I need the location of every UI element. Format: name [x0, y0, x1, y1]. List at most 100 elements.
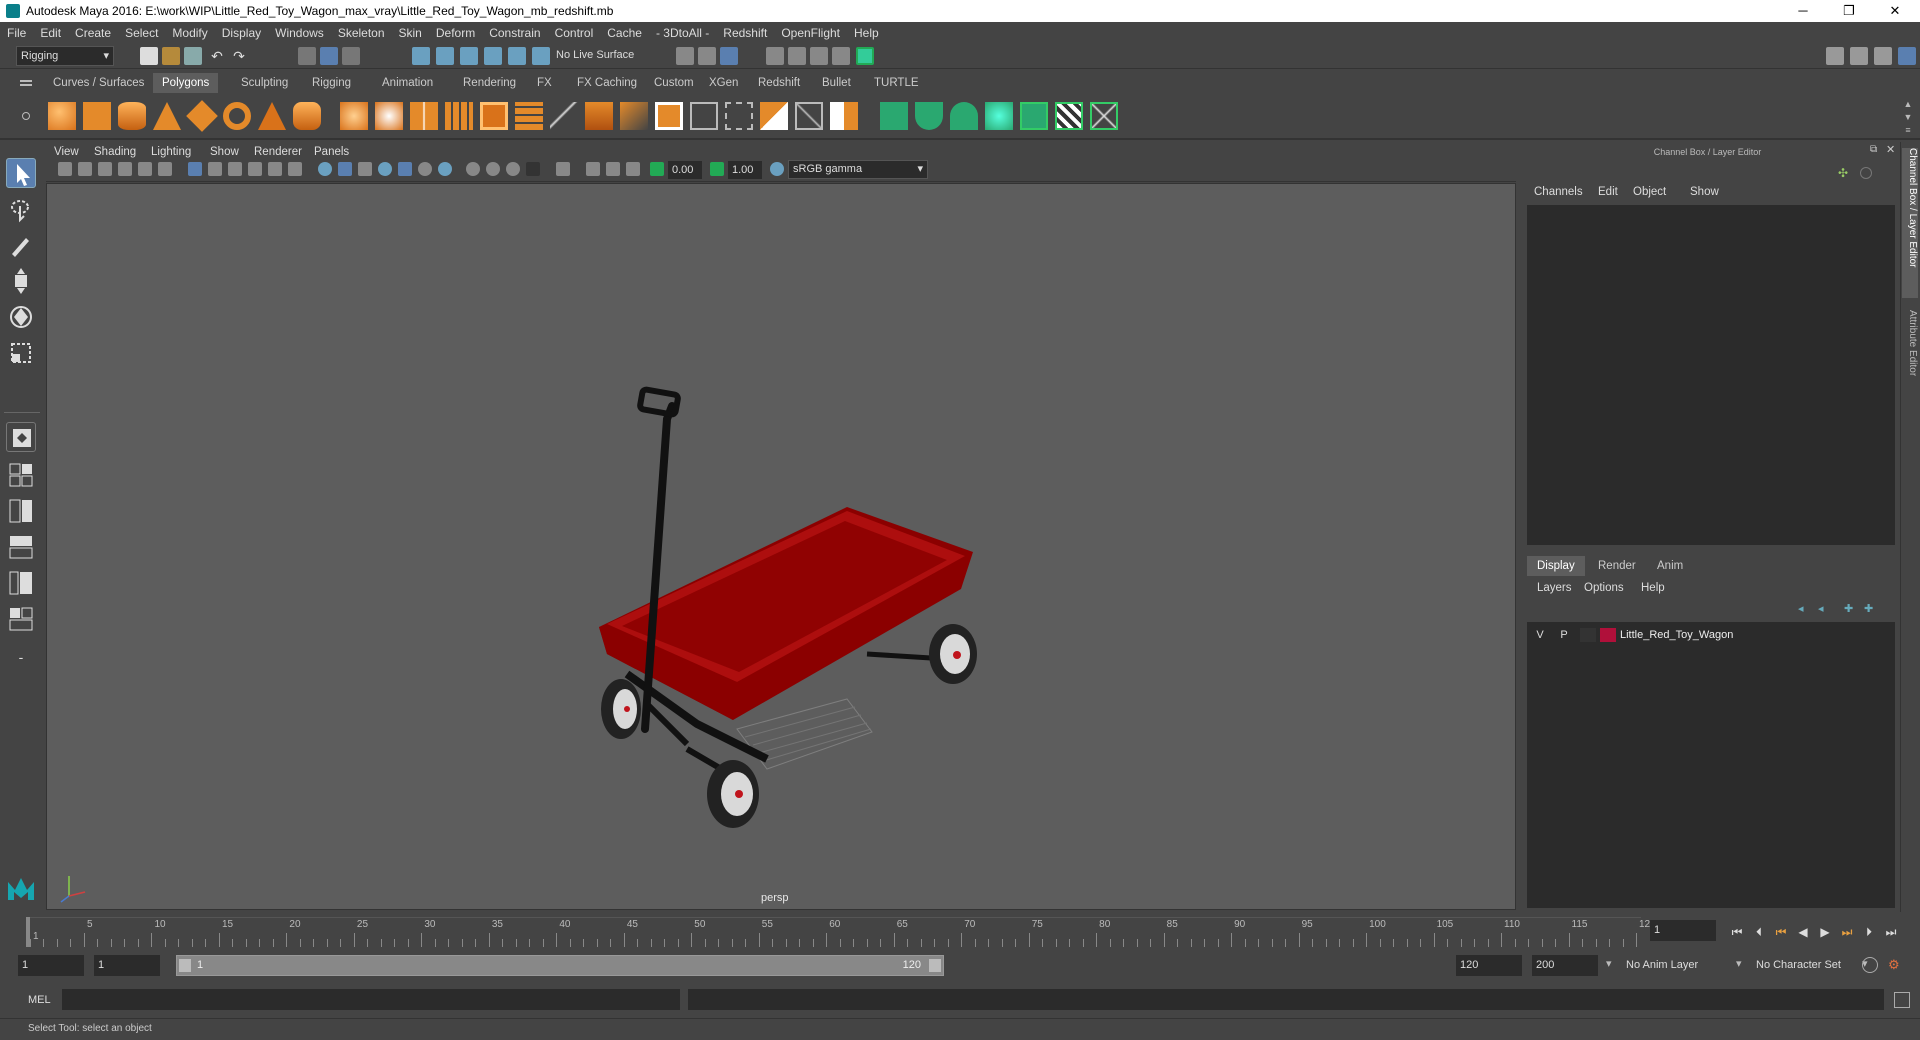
- snap-grid-icon[interactable]: [412, 47, 430, 65]
- float-panel-icon[interactable]: ⧉: [1870, 144, 1877, 155]
- layer-tab-display[interactable]: Display: [1527, 556, 1585, 576]
- menu-3dtoall[interactable]: - 3DtoAll -: [649, 26, 716, 40]
- shelf-tab-custom[interactable]: Custom: [645, 73, 703, 93]
- character-set-dropdown[interactable]: No Character Set: [1752, 955, 1874, 976]
- input-ops-icon[interactable]: [698, 47, 716, 65]
- shelf-tab-rendering[interactable]: Rendering: [454, 73, 525, 93]
- shelf-options-icon[interactable]: [22, 112, 30, 120]
- gamma-field[interactable]: 1.00: [728, 161, 762, 179]
- channel-box-side-tab[interactable]: Channel Box / Layer Editor: [1902, 148, 1918, 298]
- shelf-tab-fx[interactable]: FX: [528, 73, 561, 93]
- layer-menu-help[interactable]: Help: [1641, 582, 1665, 594]
- menu-display[interactable]: Display: [215, 26, 268, 40]
- menu-skeleton[interactable]: Skeleton: [331, 26, 392, 40]
- xray-joints-icon[interactable]: [586, 162, 600, 176]
- panel-menu-lighting[interactable]: Lighting: [151, 146, 191, 158]
- shelf-tab-curves-surfaces[interactable]: Curves / Surfaces: [44, 73, 153, 93]
- layer-reference-toggle[interactable]: [1580, 628, 1596, 642]
- select-tool-icon[interactable]: [6, 158, 36, 188]
- move-tool-icon[interactable]: [6, 266, 36, 296]
- motion-blur-icon[interactable]: [486, 162, 500, 176]
- channel-box-menu-edit[interactable]: Edit: [1598, 186, 1618, 198]
- poly-cube-icon[interactable]: [83, 102, 111, 130]
- poly-platonic-icon[interactable]: [340, 102, 368, 130]
- hypershade-icon[interactable]: [856, 47, 874, 65]
- lasso-tool-icon[interactable]: [6, 194, 36, 224]
- render-settings-icon[interactable]: [832, 47, 850, 65]
- checker-map-icon[interactable]: [1055, 102, 1083, 130]
- render-current-icon[interactable]: [788, 47, 806, 65]
- layer-tab-render[interactable]: Render: [1588, 556, 1646, 576]
- paint-select-tool-icon[interactable]: [6, 230, 36, 260]
- safe-action-icon[interactable]: [288, 162, 302, 176]
- menu-edit[interactable]: Edit: [33, 26, 68, 40]
- four-view-layout-icon[interactable]: [6, 460, 36, 490]
- smooth-icon[interactable]: [480, 102, 508, 130]
- tool-settings-toggle-icon[interactable]: [1874, 47, 1892, 65]
- redo-icon[interactable]: ↷: [230, 47, 248, 65]
- poly-torus-icon[interactable]: [223, 102, 251, 130]
- rotate-tool-icon[interactable]: [6, 302, 36, 332]
- close-button[interactable]: ✕: [1872, 0, 1918, 22]
- menu-windows[interactable]: Windows: [268, 26, 331, 40]
- gate-mask-icon[interactable]: [248, 162, 262, 176]
- bridge-icon[interactable]: [620, 102, 648, 130]
- menu-redshift[interactable]: Redshift: [716, 26, 774, 40]
- panel-menu-shading[interactable]: Shading: [94, 146, 136, 158]
- snap-curve-icon[interactable]: [436, 47, 454, 65]
- separate-icon[interactable]: [410, 102, 438, 130]
- shelf-tab-animation[interactable]: Animation: [373, 73, 442, 93]
- depth-of-field-icon[interactable]: [526, 162, 540, 176]
- planar-mapping-icon[interactable]: [915, 102, 943, 130]
- shadows-icon[interactable]: [438, 162, 452, 176]
- camera-attributes-icon[interactable]: [78, 162, 92, 176]
- custom-layout-icon[interactable]: -: [6, 644, 36, 674]
- channel-box-area[interactable]: [1527, 205, 1895, 545]
- menu-cache[interactable]: Cache: [600, 26, 649, 40]
- menu-openflight[interactable]: OpenFlight: [774, 26, 847, 40]
- image-plane-icon[interactable]: [118, 162, 132, 176]
- append-polygon-icon[interactable]: [690, 102, 718, 130]
- layer-row[interactable]: V P Little_Red_Toy_Wagon: [1530, 624, 1892, 646]
- exposure-field[interactable]: 0.00: [668, 161, 702, 179]
- spherical-mapping-icon[interactable]: [985, 102, 1013, 130]
- ambient-occlusion-icon[interactable]: [466, 162, 480, 176]
- select-component-icon[interactable]: [342, 47, 360, 65]
- channel-box-menu-object[interactable]: Object: [1633, 186, 1666, 198]
- poly-pipe-icon[interactable]: [293, 102, 321, 130]
- xray-icon[interactable]: [378, 162, 392, 176]
- new-layer-selected-icon[interactable]: ✚: [1864, 602, 1878, 615]
- cylindrical-mapping-icon[interactable]: [950, 102, 978, 130]
- side-by-side-layout-icon[interactable]: [6, 496, 36, 526]
- insert-edge-loop-icon[interactable]: [830, 102, 858, 130]
- menu-select[interactable]: Select: [118, 26, 165, 40]
- current-frame-field[interactable]: 1: [1650, 920, 1716, 941]
- boolean-icon[interactable]: [515, 102, 543, 130]
- poly-cone-icon[interactable]: [153, 102, 181, 130]
- field-chart-icon[interactable]: [268, 162, 282, 176]
- scale-tool-icon[interactable]: [6, 338, 36, 368]
- menu-constrain[interactable]: Constrain: [482, 26, 547, 40]
- shelf-tab-turtle[interactable]: TURTLE: [865, 73, 928, 93]
- playback-end-field[interactable]: 120: [1456, 955, 1522, 976]
- outliner-layout-icon[interactable]: [6, 604, 36, 634]
- chevron-down-icon[interactable]: ▾: [1736, 957, 1742, 970]
- color-space-dropdown[interactable]: sRGB gamma ▾: [788, 160, 928, 179]
- shelf-tab-bullet[interactable]: Bullet: [813, 73, 860, 93]
- scene-start-field[interactable]: 1: [18, 955, 84, 976]
- undo-icon[interactable]: ↶: [208, 47, 226, 65]
- panel-menu-show[interactable]: Show: [210, 146, 239, 158]
- move-layer-up-icon[interactable]: ◂: [1798, 602, 1812, 615]
- wireframe-on-shaded-icon[interactable]: [358, 162, 372, 176]
- chevron-down-icon[interactable]: ▾: [1606, 957, 1612, 970]
- shelf-tab-sculpting[interactable]: Sculpting: [232, 73, 297, 93]
- range-slider-right-handle[interactable]: [929, 959, 941, 972]
- color-management-icon[interactable]: [770, 162, 784, 176]
- panel-menu-view[interactable]: View: [54, 146, 79, 158]
- shelf-tab-redshift[interactable]: Redshift: [749, 73, 809, 93]
- target-weld-icon[interactable]: [795, 102, 823, 130]
- mel-label[interactable]: MEL: [28, 994, 51, 1006]
- gamma-icon[interactable]: [710, 162, 724, 176]
- bookmarks-icon[interactable]: [98, 162, 112, 176]
- menu-deform[interactable]: Deform: [429, 26, 482, 40]
